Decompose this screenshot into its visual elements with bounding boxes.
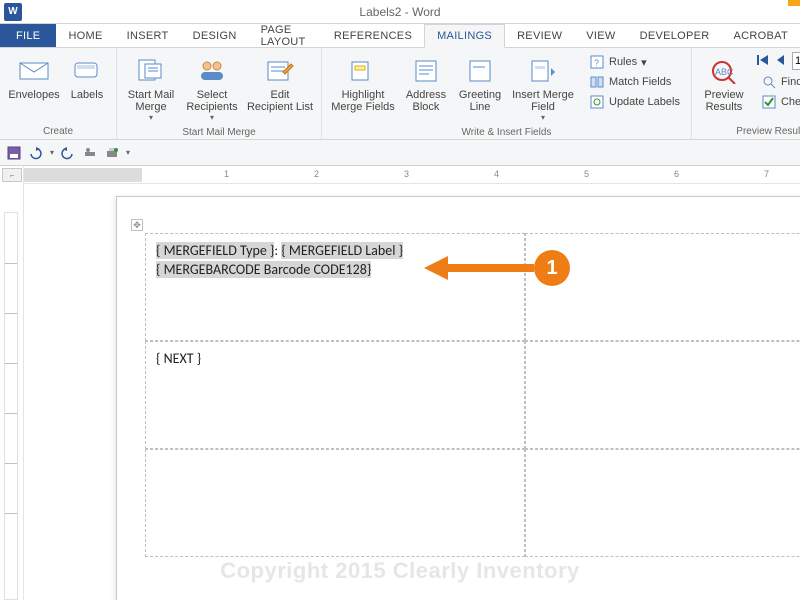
cell-1-content[interactable]: { MERGEFIELD Type }: { MERGEFIELD Label …: [146, 234, 524, 288]
update-labels-button[interactable]: Update Labels: [584, 92, 685, 112]
touch-mode-icon[interactable]: [82, 145, 98, 161]
tab-acrobat[interactable]: ACROBAT: [722, 24, 800, 47]
qat-caret[interactable]: ▾: [126, 148, 130, 157]
find-icon: [761, 74, 777, 90]
quick-access-toolbar: ▾ ▾: [0, 140, 800, 166]
labels-button[interactable]: Labels: [64, 52, 110, 104]
document-page[interactable]: ✥ { MERGEFIELD Type }: { MERGEFIELD Labe…: [116, 196, 800, 600]
select-recipients-button[interactable]: Select Recipients ▾: [181, 52, 243, 125]
window-title: Labels2 - Word: [359, 5, 440, 19]
label-cell-2[interactable]: [525, 233, 800, 341]
highlight-icon: [347, 55, 379, 87]
document-scroll[interactable]: 1 2 3 4 5 6 7 ✥ { MERGEFIELD Type }: { M…: [24, 166, 800, 600]
label-cell-4[interactable]: [525, 341, 800, 449]
chevron-down-icon: ▾: [541, 113, 545, 122]
start-mail-merge-button[interactable]: Start Mail Merge ▾: [123, 52, 179, 125]
chevron-down-icon: ▾: [149, 113, 153, 122]
tab-file[interactable]: FILE: [0, 24, 56, 47]
ruler-corner: ⌐: [2, 168, 22, 182]
tab-insert[interactable]: INSERT: [115, 24, 181, 47]
insertfield-icon: [527, 55, 559, 87]
table-move-handle[interactable]: ✥: [131, 219, 143, 231]
group-write-insert: Highlight Merge Fields Address Block Gre…: [322, 48, 692, 139]
record-nav: [756, 52, 800, 70]
check-errors-button[interactable]: Check for: [756, 92, 800, 112]
accent-stripe: [788, 0, 800, 6]
label-icon: [71, 55, 103, 87]
tab-home[interactable]: HOME: [56, 24, 114, 47]
horizontal-ruler: 1 2 3 4 5 6 7: [24, 166, 800, 184]
document-area: ⌐ 1 2 3 4 5 6 7 ✥ { MERGEFIELD Type }: {…: [0, 166, 800, 600]
ribbon: Envelopes Labels Create Start Mail Merge…: [0, 48, 800, 140]
tab-page-layout[interactable]: PAGE LAYOUT: [249, 24, 322, 47]
group-start-label: Start Mail Merge: [123, 125, 315, 140]
v-ruler-scale: [4, 212, 18, 600]
tab-mailings[interactable]: MAILINGS: [424, 24, 505, 48]
tab-view[interactable]: VIEW: [574, 24, 627, 47]
ribbon-tabs: FILE HOME INSERT DESIGN PAGE LAYOUT REFE…: [0, 24, 800, 48]
insert-merge-field-button[interactable]: Insert Merge Field ▾: [508, 52, 578, 125]
quick-print-icon[interactable]: [104, 145, 120, 161]
tab-developer[interactable]: DEVELOPER: [628, 24, 722, 47]
record-number-input[interactable]: [792, 52, 800, 70]
group-preview-label: Preview Resul: [698, 124, 800, 139]
tab-design[interactable]: DESIGN: [181, 24, 249, 47]
chevron-down-icon: ▾: [210, 113, 214, 122]
redo-icon[interactable]: [60, 145, 76, 161]
label-cell-3[interactable]: { NEXT }: [145, 341, 525, 449]
word-app-icon: W: [4, 3, 22, 21]
tab-references[interactable]: REFERENCES: [322, 24, 424, 47]
label-cell-5[interactable]: [145, 449, 525, 557]
editlist-icon: [264, 55, 296, 87]
recipients-icon: [196, 55, 228, 87]
greeting-line-button[interactable]: Greeting Line: [454, 52, 506, 116]
rules-button[interactable]: ? Rules ▾: [584, 52, 685, 72]
find-recipient-button[interactable]: Find Recip: [756, 72, 800, 92]
address-icon: [410, 55, 442, 87]
group-start-mail-merge: Start Mail Merge ▾ Select Recipients ▾ E…: [117, 48, 322, 139]
svg-text:ABC: ABC: [715, 67, 734, 77]
undo-caret[interactable]: ▾: [50, 148, 54, 157]
chevron-down-icon: ▾: [641, 56, 647, 69]
undo-icon[interactable]: [28, 145, 44, 161]
match-icon: [589, 74, 605, 90]
edit-recipient-list-button[interactable]: Edit Recipient List: [245, 52, 315, 116]
mergefield-label: { MERGEFIELD Label }: [281, 242, 403, 259]
callout-badge-1: 1: [534, 250, 570, 286]
first-record-icon[interactable]: [756, 53, 772, 69]
mergefield-type: { MERGEFIELD Type }: [156, 242, 274, 259]
save-icon[interactable]: [6, 145, 22, 161]
preview-icon: ABC: [708, 55, 740, 87]
greeting-icon: [464, 55, 496, 87]
label-cell-6[interactable]: [525, 449, 800, 557]
next-field: { NEXT }: [156, 350, 201, 367]
rules-icon: ?: [589, 54, 605, 70]
label-cell-1[interactable]: { MERGEFIELD Type }: { MERGEFIELD Label …: [145, 233, 525, 341]
mailmerge-icon: [135, 55, 167, 87]
match-fields-button[interactable]: Match Fields: [584, 72, 685, 92]
mergebarcode-field: { MERGEBARCODE Barcode CODE128}: [156, 261, 371, 278]
prev-record-icon[interactable]: [774, 53, 790, 69]
group-preview-results: ABC Preview Results Find Recip Check for: [692, 48, 800, 139]
update-icon: [589, 94, 605, 110]
address-block-button[interactable]: Address Block: [400, 52, 452, 116]
group-create-label: Create: [6, 124, 110, 139]
svg-text:?: ?: [594, 58, 599, 68]
envelope-icon: [18, 55, 50, 87]
title-bar: W Labels2 - Word: [0, 0, 800, 24]
check-icon: [761, 94, 777, 110]
highlight-merge-fields-button[interactable]: Highlight Merge Fields: [328, 52, 398, 116]
cell-3-content[interactable]: { NEXT }: [146, 342, 524, 377]
group-create: Envelopes Labels Create: [0, 48, 117, 139]
envelopes-button[interactable]: Envelopes: [6, 52, 62, 104]
group-write-label: Write & Insert Fields: [328, 125, 685, 140]
vertical-ruler: ⌐: [0, 166, 24, 600]
preview-results-button[interactable]: ABC Preview Results: [698, 52, 750, 116]
tab-review[interactable]: REVIEW: [505, 24, 574, 47]
